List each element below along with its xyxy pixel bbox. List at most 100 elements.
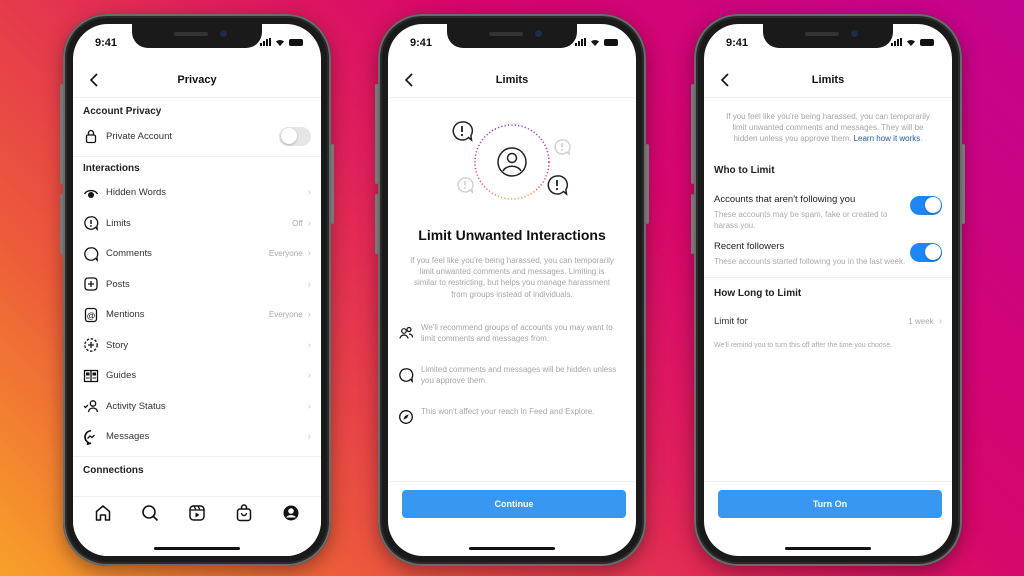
activity-status-icon [83,400,99,413]
comment-icon [84,246,99,262]
home-indicator [785,546,871,550]
status-time: 9:41 [410,37,433,49]
status-time: 9:41 [95,37,118,49]
limits-settings-screen: 9:41 Limits If you feel like you're bein… [704,24,952,556]
limits-icon [84,216,99,232]
chevron-right-icon: › [307,187,311,199]
alert-bubble-icon [547,175,569,196]
tab-bar [73,496,321,556]
chevron-right-icon: › [307,278,311,290]
signal-icon [891,38,902,46]
phone-privacy: 9:41 Privacy Account Privacy Private Acc… [60,14,334,566]
chevron-right-icon: › [307,339,311,351]
intro-text: If you feel like you're being harassed, … [726,112,930,144]
comment-icon [399,367,414,383]
battery-icon [604,38,618,46]
page-title: Limits [811,74,845,86]
section-how-long: How Long to Limit [714,287,802,299]
people-icon [399,326,414,339]
menu-item-hidden-words[interactable]: Hidden Words › [73,178,321,209]
phone-limits-intro: 9:41 Limits Limit Unwanted Interactions … [375,14,649,566]
menu-item-messages[interactable]: Messages › [73,422,321,453]
compass-icon [399,409,413,424]
menu-item-activity-status[interactable]: Activity Status › [73,391,321,422]
guides-icon [83,369,99,382]
status-bar: 9:41 [388,24,636,60]
section-interactions: Interactions [83,162,140,174]
info-bullet: We'll recommend groups of accounts you m… [398,322,624,344]
menu-item-story[interactable]: Story › [73,330,321,361]
section-account-privacy: Account Privacy [83,106,162,117]
option-recent-followers: Recent followers These accounts started … [704,241,952,267]
chevron-right-icon: › [938,316,942,328]
limits-intro-screen: 9:41 Limits Limit Unwanted Interactions … [388,24,636,556]
home-indicator [154,546,240,550]
learn-how-link[interactable]: Learn how it works [854,134,921,143]
lock-icon [85,130,97,144]
private-account-toggle[interactable] [279,126,311,146]
footer: Turn On [704,481,952,556]
footer: Continue [388,481,636,556]
alert-bubble-faded-icon [554,139,571,156]
profile-icon[interactable] [281,503,301,523]
reels-icon[interactable] [187,503,207,523]
phone-limits-settings: 9:41 Limits If you feel like you're bein… [691,14,965,566]
battery-icon [920,38,934,46]
page-title: Privacy [177,74,217,86]
menu-item-comments[interactable]: Comments Everyone › [73,239,321,270]
wifi-icon [591,39,599,46]
continue-button[interactable]: Continue [402,490,626,518]
reminder-note: We'll remind you to turn this off after … [714,342,893,350]
limits-illustration [452,121,571,200]
menu-item-guides[interactable]: Guides › [73,361,321,392]
search-icon[interactable] [140,503,160,523]
section-connections: Connections [83,465,144,476]
at-icon: @ [84,307,98,322]
alert-bubble-faded-icon [457,177,474,194]
recent-followers-toggle[interactable] [910,242,942,262]
section-who-to-limit: Who to Limit [714,164,775,176]
page-title: Limits [495,74,529,86]
limit-for-row[interactable]: Limit for 1 week › [704,307,952,338]
user-circle-icon [497,147,527,177]
home-indicator [469,546,555,550]
turn-on-button[interactable]: Turn On [718,490,942,518]
headline: Limit Unwanted Interactions [418,227,606,243]
menu-item-mentions[interactable]: @ Mentions Everyone › [73,300,321,331]
eye-icon [83,189,99,198]
menu-item-posts[interactable]: Posts › [73,269,321,300]
nav-bar: Limits [704,64,952,98]
alert-bubble-icon [452,121,474,142]
chevron-right-icon: › [307,400,311,412]
nav-bar: Limits [388,64,636,98]
menu-item-limits[interactable]: Limits Off › [73,208,321,239]
battery-icon [289,38,303,46]
signal-icon [575,38,586,46]
svg-text:@: @ [87,310,95,320]
status-bar: 9:41 [73,24,321,60]
home-icon[interactable] [93,503,113,523]
privacy-screen: 9:41 Privacy Account Privacy Private Acc… [73,24,321,556]
status-time: 9:41 [726,37,749,49]
story-icon [84,338,98,353]
status-bar: 9:41 [704,24,952,60]
shop-icon[interactable] [234,503,254,523]
chevron-right-icon: › [307,370,311,382]
chevron-right-icon: › [307,217,311,229]
wifi-icon [276,39,284,46]
signal-icon [260,38,271,46]
wifi-icon [907,39,915,46]
plus-square-icon [84,277,98,291]
description: If you feel like you're being harassed, … [410,256,614,299]
messenger-icon [84,429,95,445]
non-followers-toggle[interactable] [910,195,942,215]
limit-for-value: 1 week [908,317,934,327]
nav-bar: Privacy [73,64,321,98]
option-non-followers: Accounts that aren't following you These… [704,194,952,231]
info-bullet: This won't affect your reach in Feed and… [398,406,624,425]
chevron-right-icon: › [307,309,311,321]
chevron-right-icon: › [307,431,311,443]
private-account-label: Private Account [106,130,173,142]
chevron-right-icon: › [307,248,311,260]
private-account-row: Private Account [73,121,321,152]
